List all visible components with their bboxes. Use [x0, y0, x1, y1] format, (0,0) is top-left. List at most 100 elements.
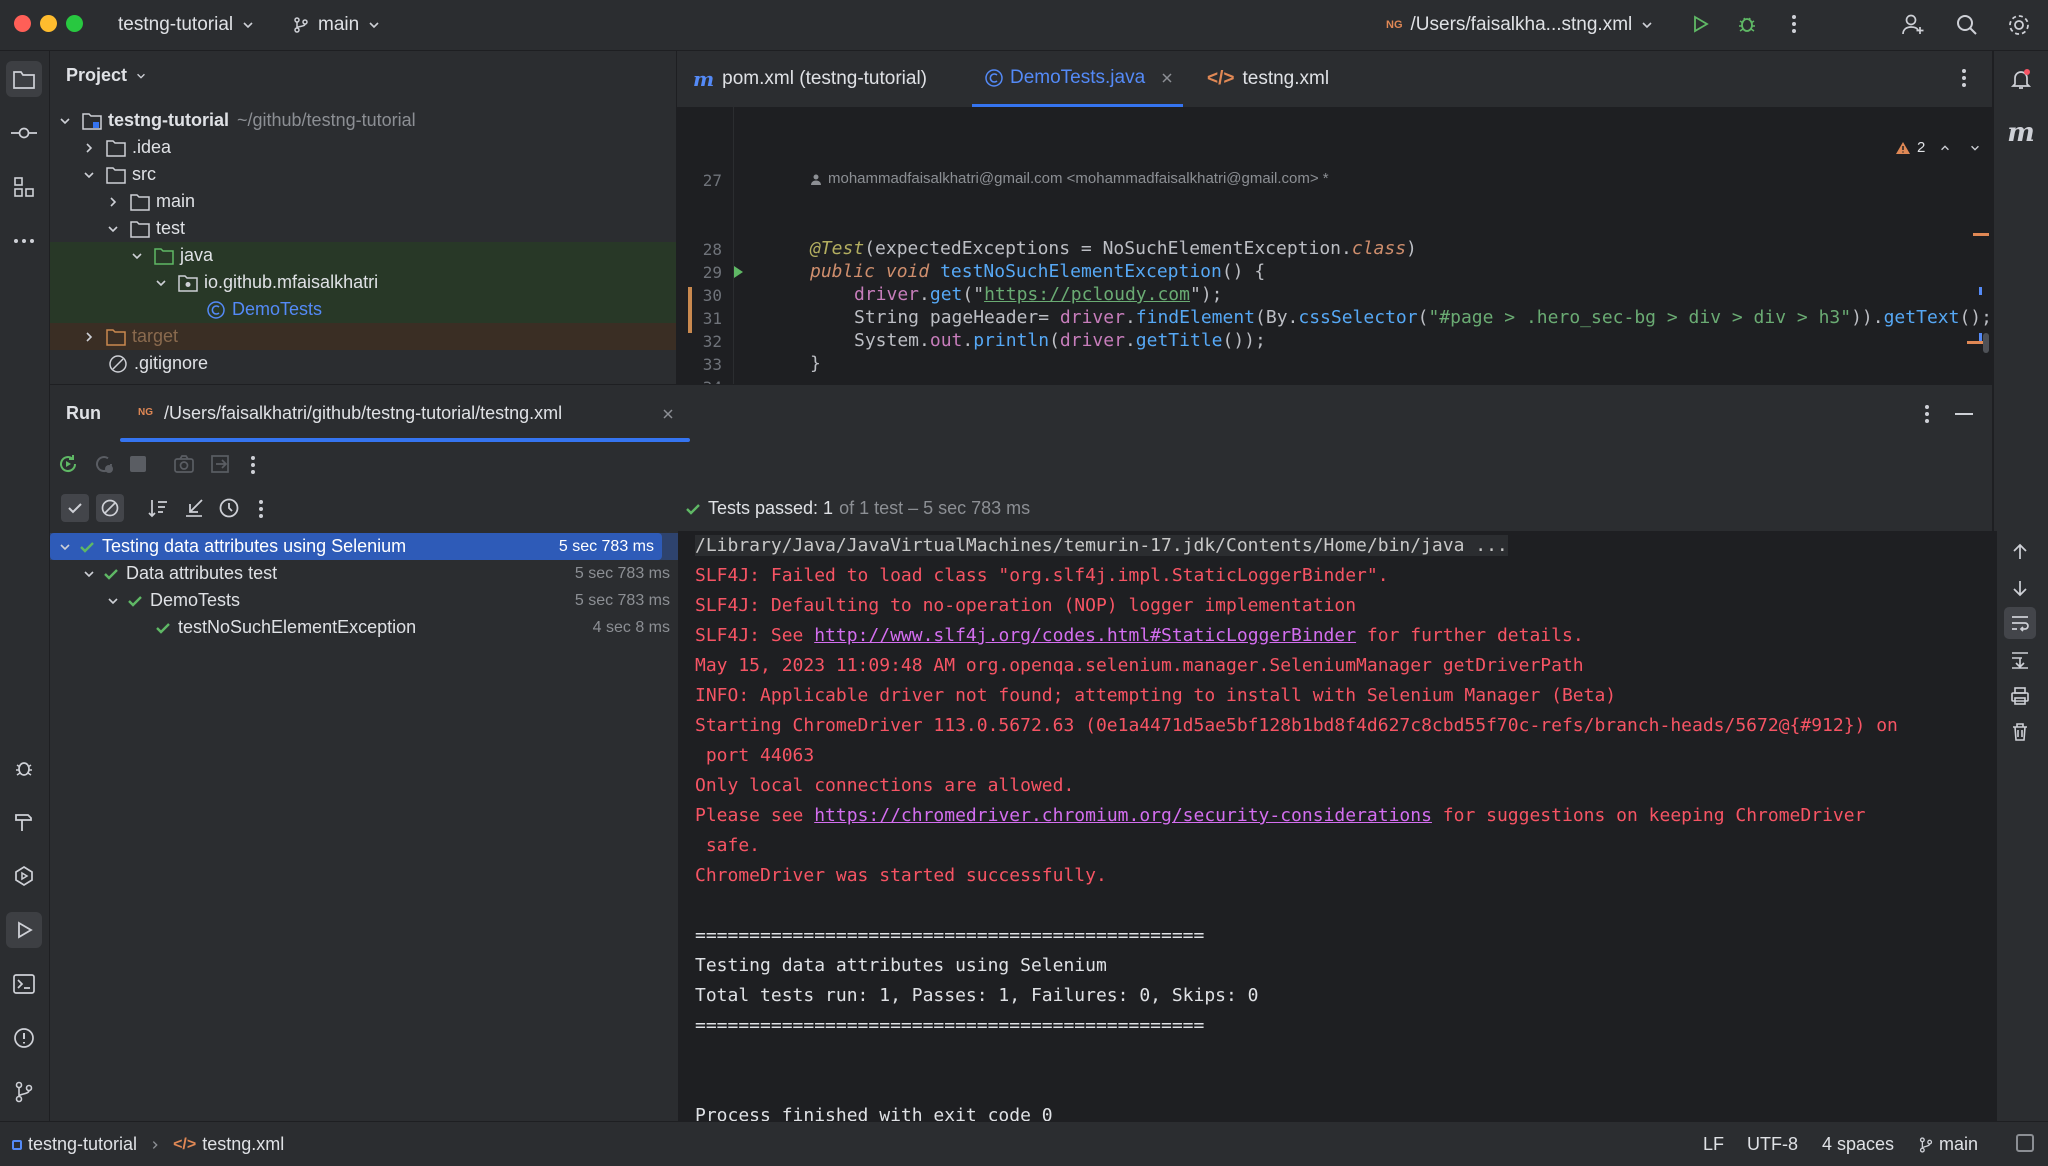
console-link[interactable]: https://chromedriver.chromium.org/securi… — [814, 805, 1432, 826]
git-tool-button[interactable] — [6, 1074, 42, 1110]
tests-summary: of 1 test – 5 sec 783 ms — [839, 498, 1031, 518]
tab-pom[interactable]: m pom.xml (testng-tutorial) — [693, 51, 927, 107]
screenshot-button[interactable] — [172, 452, 196, 476]
editor-tabs-menu-button[interactable] — [1957, 67, 1971, 89]
vcs-branch-widget[interactable]: main — [1918, 1134, 1978, 1155]
maven-tool-button[interactable]: m — [2003, 115, 2039, 151]
tree-item-main[interactable]: main — [50, 188, 676, 215]
method-name: findElement — [1135, 307, 1256, 328]
project-view-selector[interactable]: Project — [66, 65, 147, 86]
tree-item-java[interactable]: java — [50, 242, 676, 269]
layout-icon[interactable] — [2016, 1134, 2034, 1152]
add-user-icon — [1902, 14, 1924, 35]
export-button[interactable] — [208, 452, 232, 476]
test-tree-row[interactable]: Testing data attributes using Selenium 5… — [50, 533, 678, 560]
console-line-command[interactable]: /Library/Java/JavaVirtualMachines/temuri… — [695, 535, 1508, 556]
code-area[interactable]: 27 28 29 30 31 32 33 34 mohammadfaisalkh… — [677, 107, 1992, 384]
string: "#page > .hero_sec-bg > div > div > h3" — [1428, 307, 1852, 328]
editor-tabs: m pom.xml (testng-tutorial) DemoTests.ja… — [677, 51, 1992, 108]
sort-alphabetically-button[interactable] — [146, 496, 170, 520]
tab-testng[interactable]: </> testng.xml — [1207, 51, 1329, 107]
terminal-tool-button[interactable] — [6, 966, 42, 1002]
close-icon[interactable] — [662, 408, 674, 420]
minimize-panel-button[interactable] — [1955, 413, 1973, 415]
encoding-widget[interactable]: UTF-8 — [1747, 1134, 1798, 1155]
indent-widget[interactable]: 4 spaces — [1822, 1134, 1894, 1155]
branch-switcher[interactable]: main — [292, 10, 381, 40]
run-button[interactable] — [1688, 12, 1712, 36]
tree-item-target[interactable]: target — [50, 323, 676, 350]
tree-item-label: test — [156, 218, 186, 238]
tree-item-idea[interactable]: .idea — [50, 134, 676, 161]
more-tools-button[interactable] — [6, 223, 42, 259]
tree-item-gitignore[interactable]: .gitignore — [50, 350, 676, 377]
console-text: SLF4J: See — [695, 625, 815, 646]
close-icon[interactable] — [1161, 72, 1173, 84]
branch-label: main — [1939, 1134, 1979, 1154]
scroll-down-button[interactable] — [2009, 577, 2031, 599]
run-test-gutter-button[interactable] — [729, 263, 747, 281]
project-switcher[interactable]: testng-tutorial — [118, 10, 255, 40]
rerun-failed-button[interactable] — [92, 452, 116, 476]
tree-item-root[interactable]: testng-tutorial ~/github/testng-tutorial — [50, 107, 676, 134]
console-link[interactable]: http://www.slf4j.org/codes.html#StaticLo… — [814, 625, 1356, 646]
show-passed-toggle[interactable] — [61, 494, 89, 522]
more-actions-button[interactable] — [1784, 12, 1804, 36]
run-tool-button[interactable] — [6, 912, 42, 948]
maximize-window-button[interactable] — [66, 15, 83, 32]
line-separator-widget[interactable]: LF — [1703, 1134, 1724, 1155]
test-history-button[interactable] — [217, 496, 241, 520]
collapse-all-button[interactable] — [182, 496, 206, 520]
string-url[interactable]: https://pcloudy.com — [984, 284, 1190, 305]
add-user-button[interactable] — [1900, 12, 1926, 38]
run-configuration-selector[interactable]: NG /Users/faisalkha...stng.xml — [1386, 10, 1654, 40]
test-tree-row[interactable]: DemoTests 5 sec 783 ms — [50, 587, 678, 614]
test-tree-row[interactable]: testNoSuchElementException 4 sec 8 ms — [50, 614, 678, 641]
inspection-widget[interactable]: 2 — [1895, 139, 1981, 156]
breadcrumb-file[interactable]: testng.xml — [202, 1134, 284, 1155]
console-output[interactable]: /Library/Java/JavaVirtualMachines/temuri… — [679, 531, 1997, 1121]
project-tool-button[interactable] — [6, 61, 42, 97]
print-button[interactable] — [2009, 685, 2031, 707]
debug-tool-button[interactable] — [6, 750, 42, 786]
breadcrumb-project[interactable]: testng-tutorial — [28, 1134, 137, 1155]
clear-all-button[interactable] — [2009, 721, 2031, 743]
services-tool-button[interactable] — [6, 858, 42, 894]
tree-options-button[interactable] — [254, 498, 268, 520]
debug-button[interactable] — [1735, 12, 1759, 36]
structure-tool-button[interactable] — [6, 169, 42, 205]
editor-scrollbar[interactable] — [1983, 333, 1989, 353]
run-toolbar-more-button[interactable] — [246, 454, 260, 476]
soft-wrap-toggle[interactable] — [2004, 607, 2036, 639]
tree-item-package[interactable]: io.github.mfaisalkhatri — [50, 269, 676, 296]
test-duration: 5 sec 783 ms — [574, 591, 670, 609]
problems-tool-button[interactable] — [6, 1020, 42, 1056]
testng-icon: NG — [138, 407, 153, 418]
tree-item-test[interactable]: test — [50, 215, 676, 242]
commit-tool-button[interactable] — [6, 115, 42, 151]
build-tool-button[interactable] — [6, 804, 42, 840]
stop-icon[interactable] — [130, 456, 146, 472]
tree-item-demotests[interactable]: DemoTests — [50, 296, 676, 323]
rerun-button[interactable] — [56, 452, 80, 476]
field: driver — [1059, 330, 1125, 351]
run-tab[interactable]: NG /Users/faisalkhatri/github/testng-tut… — [120, 385, 690, 442]
search-button[interactable] — [1954, 12, 1980, 38]
run-panel-options-button[interactable] — [1920, 403, 1934, 425]
minimize-window-button[interactable] — [40, 15, 57, 32]
chevron-down-icon[interactable] — [1969, 142, 1981, 154]
error-stripe-mark[interactable] — [1973, 233, 1989, 236]
tree-item-src[interactable]: src — [50, 161, 676, 188]
author-inlay[interactable]: mohammadfaisalkhatri@gmail.com <mohammad… — [810, 170, 1329, 187]
scroll-to-end-button[interactable] — [2009, 649, 2031, 671]
tab-demotests[interactable]: DemoTests.java — [972, 51, 1183, 107]
settings-button[interactable] — [2006, 12, 2032, 38]
test-tree-row[interactable]: Data attributes test 5 sec 783 ms — [50, 560, 678, 587]
chevron-up-icon[interactable] — [1939, 142, 1951, 154]
editor: m pom.xml (testng-tutorial) DemoTests.ja… — [677, 51, 1992, 384]
notifications-button[interactable] — [2003, 61, 2039, 97]
show-ignored-toggle[interactable] — [96, 494, 124, 522]
close-window-button[interactable] — [14, 15, 31, 32]
scroll-up-button[interactable] — [2009, 541, 2031, 563]
chevron-down-icon — [108, 225, 118, 232]
